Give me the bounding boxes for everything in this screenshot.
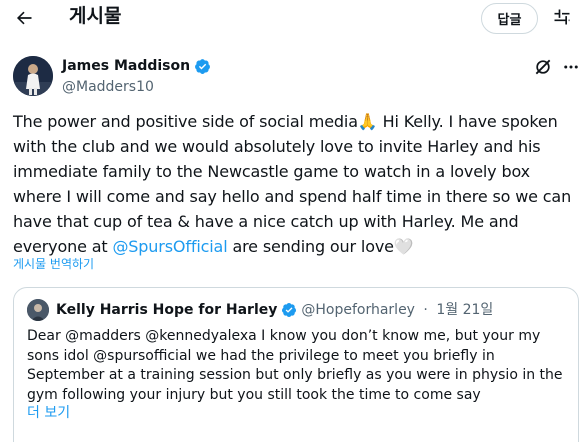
author-name-text[interactable]: James Maddison xyxy=(62,57,190,75)
tweet-text-part-2: Hi Kelly. I have spoken with the club an… xyxy=(13,112,572,256)
filter-sliders-icon xyxy=(554,9,570,25)
verified-badge-icon xyxy=(282,303,297,317)
quote-text: Dear @madders @kennedyalexa I know you d… xyxy=(27,328,563,403)
verified-badge-icon xyxy=(195,58,211,74)
quote-author-name[interactable]: Kelly Harris Hope for Harley xyxy=(56,301,277,319)
author-name[interactable]: James Maddison xyxy=(62,57,211,75)
filter-button[interactable] xyxy=(551,6,573,28)
more-icon xyxy=(564,65,578,69)
author-avatar[interactable] xyxy=(13,56,53,96)
heart-emoji: 🤍 xyxy=(393,237,414,256)
tweet-text: The power and positive side of social me… xyxy=(13,109,581,259)
pray-emoji: 🙏 xyxy=(357,112,378,131)
mention-link[interactable]: @SpursOfficial xyxy=(112,237,227,256)
tweet-text-part-3: are sending our love xyxy=(227,237,394,256)
quoted-tweet[interactable]: Kelly Harris Hope for Harley @Hopeforhar… xyxy=(13,287,579,442)
more-button[interactable] xyxy=(561,57,581,77)
top-bar: 게시물 답글 xyxy=(0,0,588,36)
back-arrow-icon xyxy=(16,11,32,25)
quote-author-handle[interactable]: @Hopeforharley xyxy=(301,301,415,319)
translate-link[interactable]: 게시물 번역하기 xyxy=(13,256,94,272)
back-button[interactable] xyxy=(10,4,38,32)
quote-header: Kelly Harris Hope for Harley @Hopeforhar… xyxy=(56,301,493,319)
quote-separator: · xyxy=(418,302,433,318)
grok-icon[interactable] xyxy=(533,57,553,77)
tweet-text-part-1: The power and positive side of social me… xyxy=(13,112,358,131)
quote-avatar[interactable] xyxy=(27,299,49,321)
quote-date[interactable]: 1월 21일 xyxy=(436,301,493,319)
author-handle[interactable]: @Madders10 xyxy=(62,78,154,96)
page-title: 게시물 xyxy=(69,5,122,27)
show-more-link[interactable]: 더 보기 xyxy=(27,404,70,422)
reply-button[interactable]: 답글 xyxy=(481,3,538,34)
